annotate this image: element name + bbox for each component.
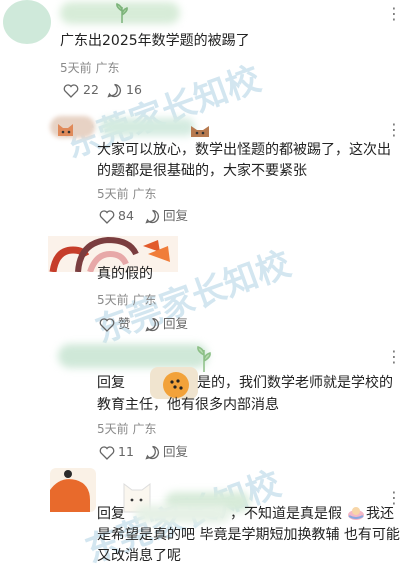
reply-label: 回复 — [163, 444, 189, 459]
comment-meta: 5天前 广东 — [60, 61, 120, 75]
comment-icon — [145, 317, 159, 332]
like-count: 22 — [83, 82, 99, 97]
comment-text-line-2: 的题都是很基础的，大家不要紧张 — [97, 163, 307, 179]
comment-text: 广东出2025年数学题的被踢了 — [60, 33, 250, 49]
reply-count: 16 — [126, 82, 142, 97]
comment-icon — [107, 83, 121, 98]
comment-text-line-2: 是希望是真的吧 毕竟是学期短加换教辅 也有可能 — [97, 527, 400, 543]
comment-icon — [145, 209, 159, 224]
like-label: 赞 — [118, 316, 131, 331]
comment-text-line-3: 又改消息了呢 — [97, 548, 181, 564]
comment-meta: 5天前 广东 — [97, 187, 157, 201]
more-options-icon[interactable]: ⋮ — [386, 120, 402, 139]
comment-text-line-1b: 我还 — [366, 506, 394, 522]
like-button[interactable]: 赞 — [99, 316, 131, 332]
heart-icon — [99, 445, 115, 460]
comment-text-line-1a: ，不知道是真是假 — [230, 506, 342, 522]
reply-button[interactable]: 16 — [107, 82, 142, 98]
reply-button[interactable]: 回复 — [145, 444, 188, 460]
username-redacted — [100, 118, 195, 136]
heart-icon — [99, 209, 115, 224]
heart-icon — [63, 83, 79, 98]
comment-text-line-1: 大家可以放心，数学出怪题的都被踢了，这次出 — [97, 142, 391, 158]
like-count: 84 — [118, 208, 134, 223]
reply-button[interactable]: 回复 — [145, 208, 188, 224]
heart-icon — [99, 317, 115, 332]
reply-prefix: 回复 — [97, 506, 125, 522]
comment-text-line-1: 是的，我们数学老师就是学校的 — [197, 375, 393, 391]
like-button[interactable]: 84 — [99, 208, 134, 224]
comment-icon — [145, 445, 159, 460]
like-count: 11 — [118, 444, 134, 459]
comment-text: 真的假的 — [97, 266, 153, 282]
cat-icon — [55, 120, 81, 142]
mention-redacted — [135, 505, 230, 523]
reply-label: 回复 — [163, 316, 189, 331]
username-redacted — [58, 344, 208, 368]
more-options-icon[interactable]: ⋮ — [386, 4, 402, 23]
leaf-icon — [115, 3, 129, 27]
comment-meta: 5天前 广东 — [97, 293, 157, 307]
avatar[interactable] — [50, 468, 96, 516]
reply-label: 回复 — [163, 208, 189, 223]
emoji-icon — [347, 505, 365, 525]
avatar[interactable] — [3, 0, 51, 44]
reply-button[interactable]: 回复 — [145, 316, 188, 332]
comment-meta: 5天前 广东 — [97, 422, 157, 436]
like-button[interactable]: 11 — [99, 444, 134, 460]
more-options-icon[interactable]: ⋮ — [386, 347, 402, 366]
like-button[interactable]: 22 — [63, 82, 99, 98]
comment-text-line-2: 教育主任，他有很多内部消息 — [97, 397, 279, 413]
reply-prefix: 回复 — [97, 375, 125, 391]
